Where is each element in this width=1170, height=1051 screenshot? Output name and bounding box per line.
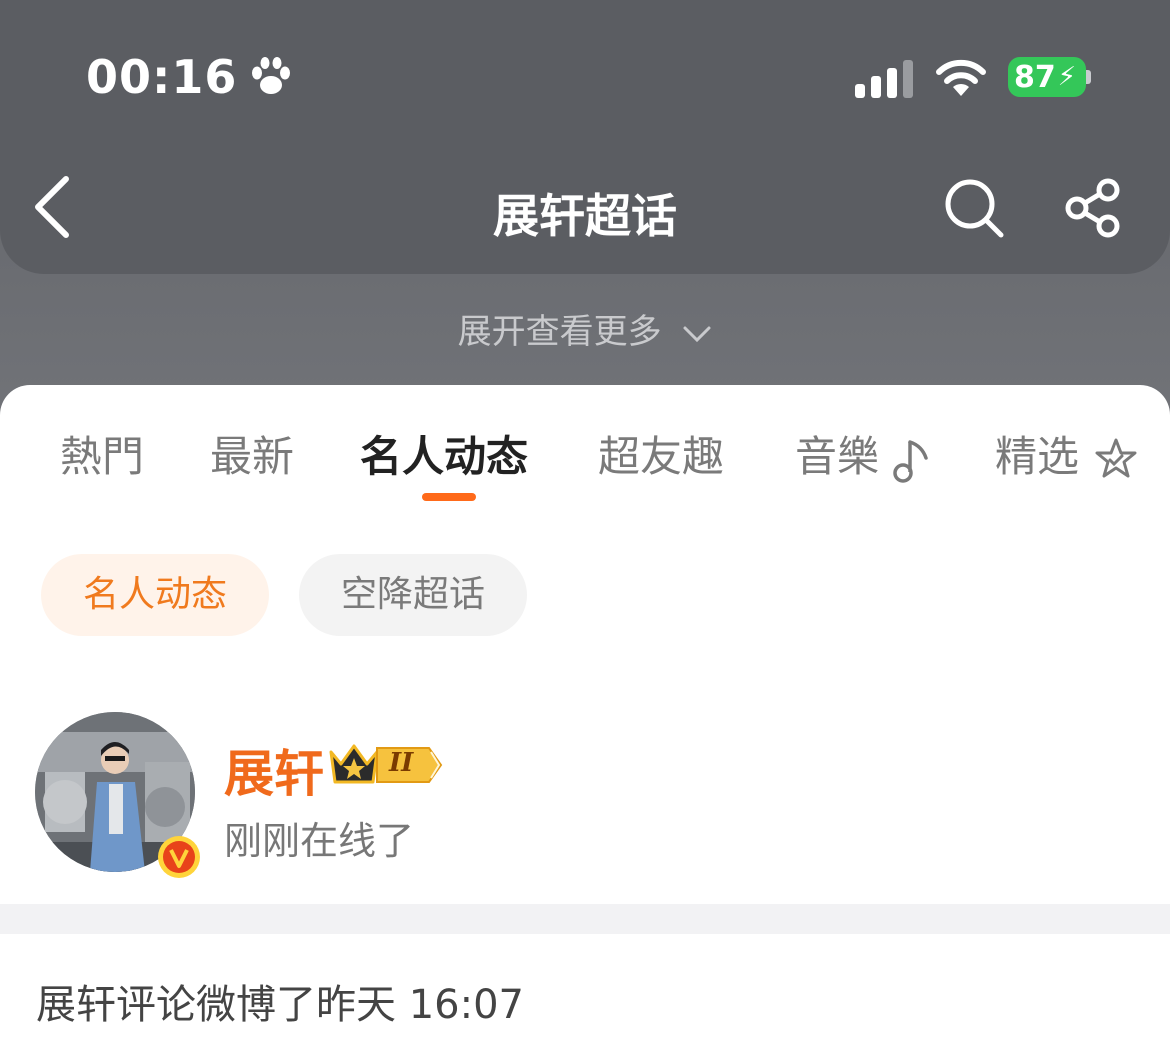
chip-airdrop-topic[interactable]: 空降超话 <box>299 554 527 636</box>
wifi-icon <box>936 59 986 96</box>
content-sheet <box>0 385 1170 1051</box>
tab-label: 名人动态 <box>360 432 529 481</box>
verified-badge-icon <box>158 836 200 878</box>
tab-music[interactable]: 音樂 <box>795 423 932 484</box>
status-bar: 00:16 87 ⚡ <box>0 0 1170 150</box>
expand-more-label: 展开查看更多 <box>457 312 662 352</box>
tab-featured[interactable]: 精选 <box>995 423 1140 484</box>
signal-icon <box>855 60 913 98</box>
post-summary[interactable]: 展轩评论微博了昨天 16:07 <box>36 972 524 1030</box>
battery-cap <box>1086 70 1091 84</box>
tab-label: 超友趣 <box>598 432 725 481</box>
tab-label: 熱門 <box>60 432 145 481</box>
section-divider <box>0 904 1170 934</box>
paw-icon <box>252 57 290 94</box>
search-icon[interactable] <box>943 177 1005 239</box>
user-status: 刚刚在线了 <box>224 819 415 863</box>
status-time: 00:16 <box>86 50 238 104</box>
tab-celebrity-updates[interactable]: 名人动态 <box>360 423 528 484</box>
tab-super-fun[interactable]: 超友趣 <box>598 423 724 484</box>
chip-celebrity-updates[interactable]: 名人动态 <box>41 554 269 636</box>
tab-label: 精选 <box>995 432 1080 481</box>
expand-more-button[interactable]: 展开查看更多 <box>0 304 1170 353</box>
chevron-down-icon <box>683 326 711 342</box>
share-icon[interactable] <box>1063 178 1125 238</box>
charging-bolt-icon: ⚡ <box>1057 62 1077 92</box>
music-note-icon <box>893 439 929 483</box>
battery-icon: 87 ⚡ <box>1008 57 1086 97</box>
tab-label: 音樂 <box>795 432 880 481</box>
star-sparkle-icon <box>1095 438 1137 477</box>
user-name[interactable]: 展轩 <box>224 734 324 806</box>
active-tab-indicator <box>422 493 476 501</box>
tab-label: 最新 <box>210 432 295 481</box>
battery-level: 87 <box>1014 59 1056 95</box>
tab-hot[interactable]: 熱門 <box>60 423 144 484</box>
level-text: II <box>389 748 414 778</box>
tab-latest[interactable]: 最新 <box>210 423 294 484</box>
